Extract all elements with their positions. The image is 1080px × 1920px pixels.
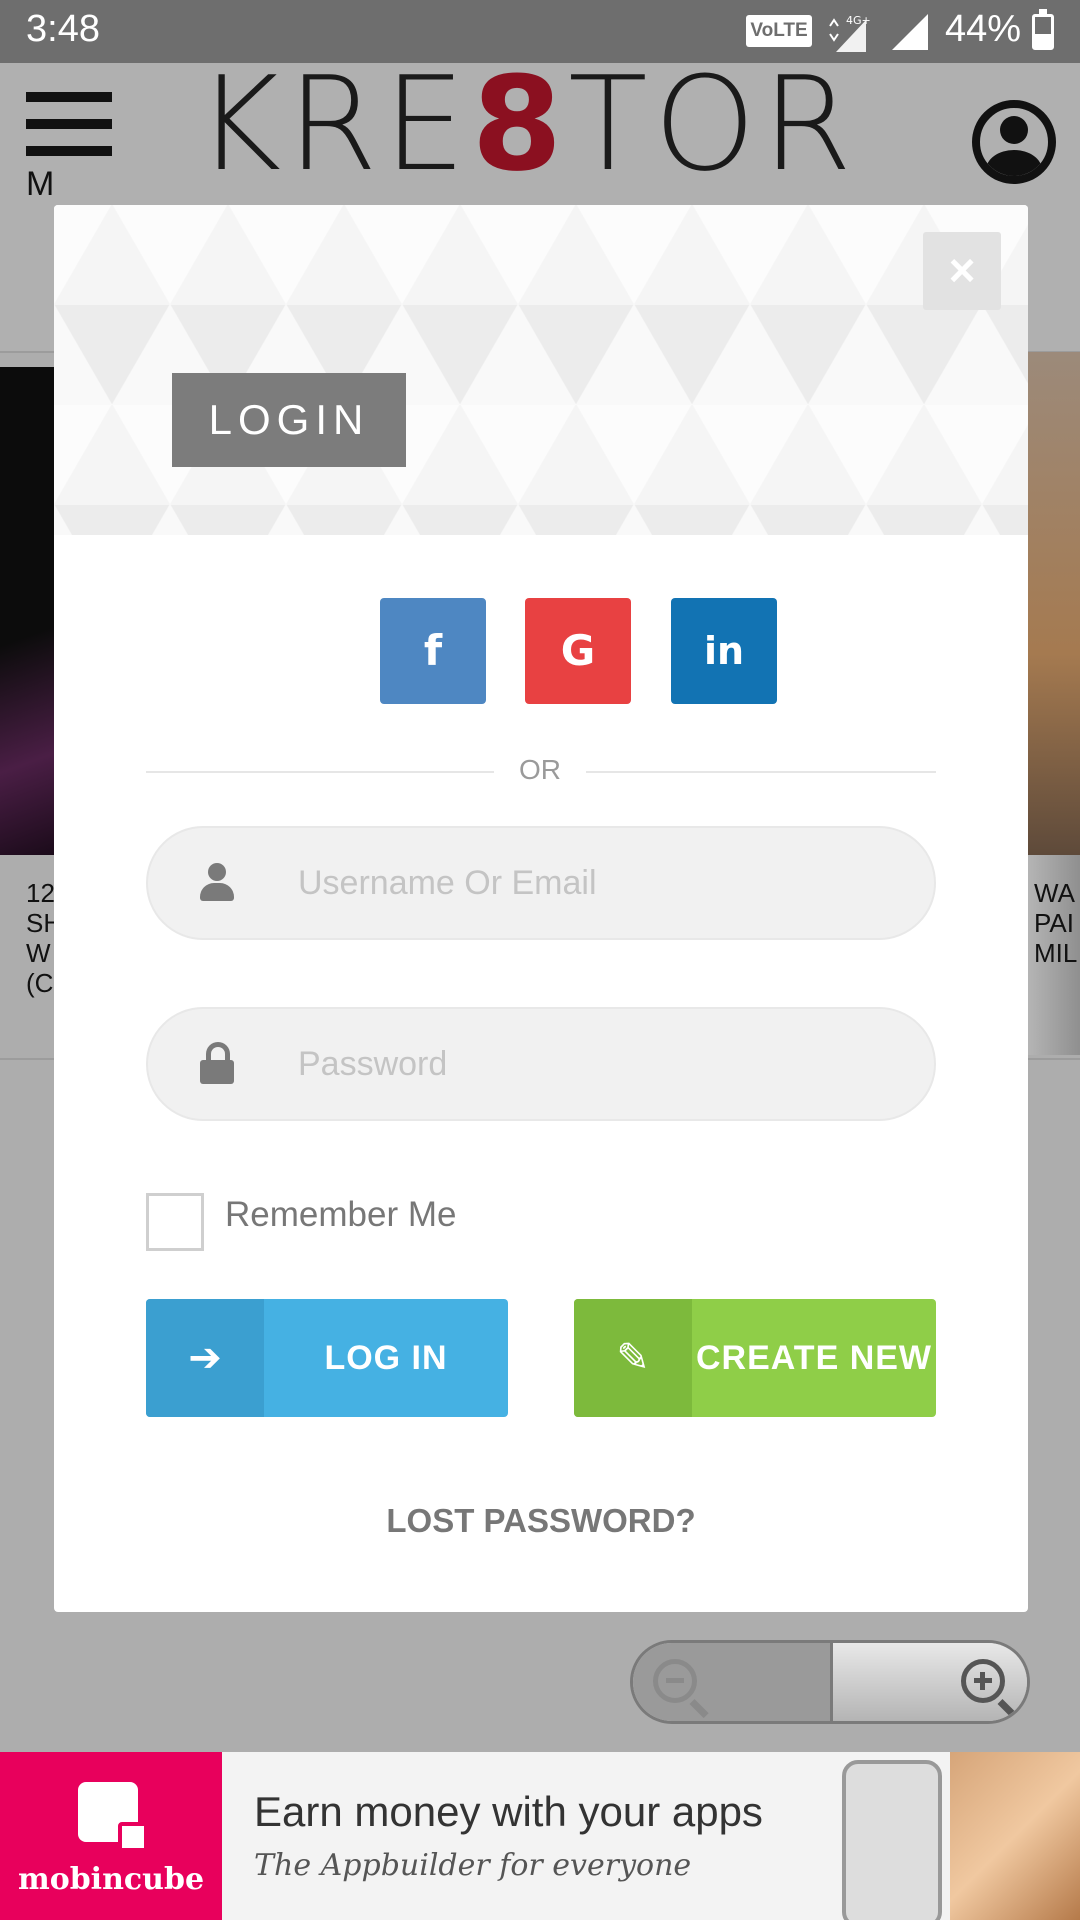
google-icon: G	[560, 626, 596, 675]
pencil-icon: ✎	[574, 1299, 692, 1417]
divider-right	[586, 771, 936, 773]
card-left-line: 12	[26, 878, 54, 908]
card-right-line: MIL	[1034, 938, 1078, 968]
mobincube-logo-icon	[78, 1782, 148, 1852]
ad-brand-block: mobincube	[0, 1752, 222, 1920]
signal-icon	[892, 14, 928, 50]
volte-icon: VoLTE	[746, 15, 812, 47]
remember-me-checkbox[interactable]	[146, 1193, 204, 1251]
ad-phone-image	[842, 1760, 942, 1920]
divider-left	[146, 771, 494, 773]
ad-brand-name: mobincube	[17, 1862, 205, 1897]
person-icon	[200, 863, 234, 903]
create-button-label: CREATE NEW	[695, 1339, 933, 1377]
remember-me-label[interactable]: Remember Me	[225, 1195, 456, 1235]
zoom-in-button[interactable]	[833, 1643, 1027, 1721]
status-time: 3:48	[26, 8, 100, 50]
zoom-in-icon	[961, 1659, 1005, 1703]
card-left-line: SH	[26, 908, 54, 938]
card-left-line: (C	[26, 968, 54, 998]
article-card-image-left[interactable]	[0, 367, 54, 855]
login-modal: × LOGIN f G in OR Remember Me ➔ LOG IN ✎…	[54, 205, 1028, 1612]
card-right-line: WA	[1034, 878, 1075, 908]
logo-prefix: KRE	[196, 48, 472, 200]
lost-password-link[interactable]: LOST PASSWORD?	[54, 1502, 1028, 1540]
ad-banner[interactable]: mobincube Earn money with your apps The …	[0, 1752, 1080, 1920]
battery-level	[1035, 33, 1051, 47]
battery-icon	[1032, 9, 1054, 50]
network-4g-icon: 4G+	[829, 14, 871, 52]
article-card-title-left[interactable]: 12 SH W (C	[26, 878, 54, 998]
ad-person-image	[950, 1752, 1080, 1920]
card-right-line: PAI	[1034, 908, 1074, 938]
zoom-out-button[interactable]	[633, 1643, 833, 1721]
card-left-line: W	[26, 938, 51, 968]
ad-title: Earn money with your apps	[254, 1788, 763, 1835]
zoom-control	[630, 1640, 1030, 1724]
linkedin-icon: in	[703, 629, 745, 673]
password-input[interactable]	[298, 1009, 898, 1119]
hamburger-menu-icon[interactable]	[26, 92, 112, 156]
linkedin-login-button[interactable]: in	[671, 598, 777, 704]
create-account-button[interactable]: ✎ CREATE NEW	[574, 1299, 936, 1417]
facebook-login-button[interactable]: f	[380, 598, 486, 704]
username-input[interactable]	[298, 828, 898, 938]
battery-percent: 44%	[945, 8, 1022, 50]
modal-header: × LOGIN	[54, 205, 1028, 535]
lock-icon	[200, 1042, 234, 1084]
article-card-image-right[interactable]	[1028, 352, 1080, 855]
menu-label: M	[26, 165, 55, 203]
close-button[interactable]: ×	[923, 232, 1001, 310]
user-account-icon[interactable]	[972, 100, 1056, 184]
modal-title: LOGIN	[172, 373, 406, 467]
site-logo[interactable]: KRE8TOR	[196, 48, 858, 200]
sign-in-icon: ➔	[146, 1299, 264, 1417]
login-button-label: LOG IN	[324, 1339, 448, 1377]
zoom-out-icon	[653, 1659, 697, 1703]
google-login-button[interactable]: G	[525, 598, 631, 704]
login-button[interactable]: ➔ LOG IN	[146, 1299, 508, 1417]
svg-text:4G+: 4G+	[846, 14, 871, 27]
logo-suffix: TOR	[568, 48, 859, 200]
logo-eight: 8	[471, 48, 569, 200]
or-separator: OR	[519, 754, 561, 785]
password-field	[146, 1007, 936, 1121]
username-field	[146, 826, 936, 940]
ad-subtitle: The Appbuilder for everyone	[254, 1848, 692, 1883]
article-card-title-right[interactable]: WA PAI MIL	[1034, 878, 1080, 968]
facebook-icon: f	[423, 626, 443, 675]
